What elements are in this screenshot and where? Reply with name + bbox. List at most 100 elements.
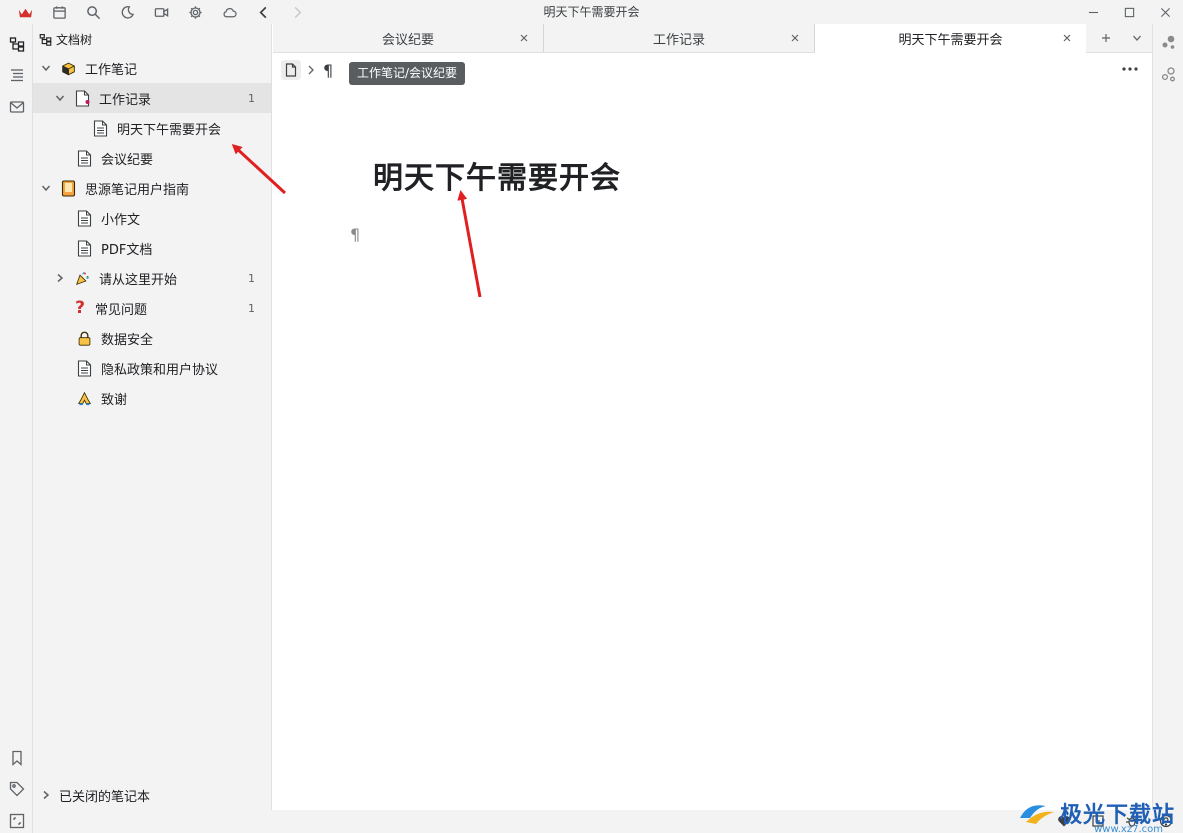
tree-item-label: 明天下午需要开会 bbox=[117, 122, 222, 138]
file-tree-icon bbox=[39, 33, 52, 46]
close-window-button[interactable] bbox=[1147, 0, 1183, 24]
doc-item-thanks[interactable]: 致谢 bbox=[33, 383, 271, 413]
document-icon bbox=[75, 149, 93, 167]
chevron-right-icon bbox=[307, 65, 315, 75]
file-tree-title: 文档树 bbox=[56, 32, 93, 47]
forward-icon[interactable] bbox=[280, 0, 314, 24]
global-graph-icon[interactable] bbox=[1160, 66, 1177, 83]
doc-item-start-here[interactable]: 请从这里开始 1 bbox=[33, 263, 271, 293]
closed-notebooks-label: 已关闭的笔记本 bbox=[59, 789, 151, 805]
file-tree-panel: 文档树 工作笔记 工作记录 1 明天下午需要开会 会议纪要 思源笔记用户指南 小… bbox=[33, 24, 272, 810]
inbox-icon[interactable] bbox=[8, 98, 25, 115]
chevron-down-icon[interactable] bbox=[53, 91, 67, 105]
breadcrumb-tooltip: 工作笔记/会议纪要 bbox=[349, 62, 466, 85]
moon-icon[interactable] bbox=[110, 0, 144, 24]
document-icon bbox=[75, 209, 93, 227]
tree-item-label: 工作记录 bbox=[99, 92, 152, 108]
tree-item-label: 数据安全 bbox=[101, 332, 154, 348]
status-bar bbox=[33, 810, 1183, 833]
document-title[interactable]: 明天下午需要开会 bbox=[373, 153, 621, 197]
calendar-icon[interactable] bbox=[42, 0, 76, 24]
tab-actions bbox=[1090, 24, 1152, 52]
file-tree-header: 文档树 bbox=[33, 24, 271, 54]
maximize-button[interactable] bbox=[1111, 0, 1147, 24]
tag-icon[interactable] bbox=[8, 780, 25, 797]
tree-item-label: 思源笔记用户指南 bbox=[85, 182, 190, 198]
gear-icon[interactable] bbox=[178, 0, 212, 24]
document-icon bbox=[75, 359, 93, 377]
notebook-item[interactable]: 工作笔记 bbox=[33, 53, 271, 83]
left-dock bbox=[0, 24, 33, 833]
doc-item-faq[interactable]: ? 常见问题 1 bbox=[33, 293, 271, 323]
close-icon[interactable] bbox=[517, 31, 531, 45]
tree-item-label: 小作文 bbox=[101, 212, 141, 228]
doc-item-privacy[interactable]: 隐私政策和用户协议 bbox=[33, 353, 271, 383]
tree-item-label: 会议纪要 bbox=[101, 152, 154, 168]
tree-item-label: 致谢 bbox=[101, 392, 128, 408]
back-icon[interactable] bbox=[246, 0, 280, 24]
lock-icon bbox=[75, 329, 93, 347]
minimize-button[interactable] bbox=[1075, 0, 1111, 24]
tab-bar: 会议纪要 工作记录 明天下午需要开会 bbox=[273, 24, 1152, 53]
tree-item-count: 1 bbox=[248, 301, 255, 315]
video-icon[interactable] bbox=[144, 0, 178, 24]
tab-label: 会议纪要 bbox=[381, 32, 434, 48]
right-dock bbox=[1152, 24, 1183, 810]
chevron-down-icon[interactable] bbox=[39, 181, 53, 195]
breadcrumb: ¶ bbox=[281, 59, 333, 81]
tree-item-count: 1 bbox=[248, 91, 255, 105]
tab-label: 明天下午需要开会 bbox=[898, 33, 1003, 48]
doc-item-meeting-tomorrow[interactable]: 明天下午需要开会 bbox=[33, 113, 271, 143]
folded-hands-icon bbox=[75, 389, 93, 407]
document-edit-icon bbox=[73, 89, 91, 107]
close-icon[interactable] bbox=[788, 31, 802, 45]
tree-item-label: 请从这里开始 bbox=[99, 272, 178, 288]
chevron-right-icon[interactable] bbox=[39, 788, 53, 802]
bookmark-icon[interactable] bbox=[8, 749, 25, 766]
document-icon[interactable] bbox=[281, 60, 301, 80]
tab-work-record[interactable]: 工作记录 bbox=[544, 24, 815, 52]
dock-toggle-icon[interactable] bbox=[8, 812, 25, 829]
chevron-down-icon[interactable] bbox=[1121, 24, 1152, 52]
tab-label: 工作记录 bbox=[652, 32, 705, 48]
watermark-url: www.xz7.com bbox=[1094, 824, 1163, 833]
breadcrumb-paragraph[interactable]: ¶ bbox=[323, 61, 333, 80]
notebook-box-icon bbox=[59, 59, 77, 77]
title-bar: 明天下午需要开会 bbox=[0, 0, 1183, 24]
question-mark-icon: ? bbox=[75, 298, 85, 318]
notebook-icon bbox=[59, 179, 77, 197]
party-popper-icon bbox=[73, 269, 91, 287]
chevron-right-icon[interactable] bbox=[53, 271, 67, 285]
watermark-logo-icon bbox=[1019, 805, 1054, 824]
window-controls bbox=[1075, 0, 1183, 24]
notebook-item-user-guide[interactable]: 思源笔记用户指南 bbox=[33, 173, 271, 203]
crown-icon[interactable] bbox=[8, 0, 42, 24]
toolbar bbox=[0, 0, 314, 24]
tree-item-label: 工作笔记 bbox=[85, 62, 138, 78]
tree-item-label: 隐私政策和用户协议 bbox=[101, 362, 219, 378]
chevron-down-icon[interactable] bbox=[39, 61, 53, 75]
tree-item-label: PDF文档 bbox=[101, 242, 153, 258]
empty-paragraph[interactable]: ¶ bbox=[350, 225, 360, 244]
tree-item-label: 常见问题 bbox=[95, 302, 148, 318]
editor: ¶ 工作笔记/会议纪要 明天下午需要开会 ¶ bbox=[273, 53, 1152, 810]
file-tree-icon[interactable] bbox=[8, 35, 25, 52]
tab-meeting-tomorrow[interactable]: 明天下午需要开会 bbox=[815, 24, 1086, 53]
tree-item-count: 1 bbox=[248, 271, 255, 285]
doc-item-data-security[interactable]: 数据安全 bbox=[33, 323, 271, 353]
more-icon[interactable] bbox=[1120, 61, 1140, 77]
close-icon[interactable] bbox=[1060, 31, 1074, 45]
graph-icon[interactable] bbox=[1160, 34, 1177, 51]
document-icon bbox=[75, 239, 93, 257]
document-icon bbox=[91, 119, 109, 137]
doc-item-work-record[interactable]: 工作记录 1 bbox=[33, 83, 271, 113]
closed-notebooks[interactable]: 已关闭的笔记本 bbox=[33, 780, 271, 810]
doc-item-essay[interactable]: 小作文 bbox=[33, 203, 271, 233]
doc-item-meeting-minutes[interactable]: 会议纪要 bbox=[33, 143, 271, 173]
cloud-icon[interactable] bbox=[212, 0, 246, 24]
plus-icon[interactable] bbox=[1090, 24, 1121, 52]
outline-icon[interactable] bbox=[8, 66, 25, 83]
doc-item-pdf[interactable]: PDF文档 bbox=[33, 233, 271, 263]
tab-meeting-minutes[interactable]: 会议纪要 bbox=[273, 24, 544, 52]
search-icon[interactable] bbox=[76, 0, 110, 24]
